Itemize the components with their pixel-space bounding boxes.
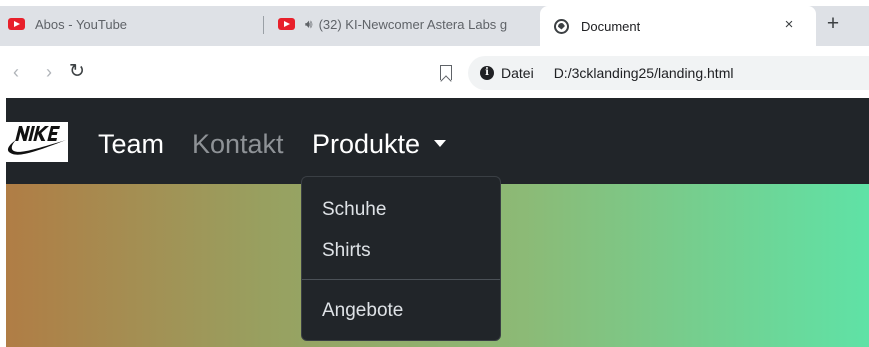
dropdown-item-shirts[interactable]: Shirts — [322, 240, 371, 262]
url-text[interactable]: D:/3cklanding25/landing.html — [554, 65, 734, 81]
reload-button[interactable]: ↻ — [67, 60, 87, 84]
dropdown-divider — [302, 279, 500, 280]
tab-document[interactable]: Document × — [540, 6, 816, 46]
site-navbar: Team Kontakt Produkte — [6, 98, 869, 184]
dropdown-item-schuhe[interactable]: Schuhe — [322, 199, 386, 221]
tab-title: Document — [581, 18, 641, 34]
tab-astera-labs[interactable]: 🔊︎ (32) KI-Newcomer Astera Labs g — [278, 8, 536, 40]
nike-logo-graphic — [7, 126, 66, 155]
tab-abos-youtube[interactable]: Abos - YouTube — [8, 8, 258, 40]
tab-title: (32) KI-Newcomer Astera Labs g — [318, 16, 508, 32]
browser-toolbar: ‹ › ↻ i Datei D:/3cklanding25/landing.ht… — [0, 48, 869, 98]
speaker-icon[interactable]: 🔊︎ — [305, 17, 313, 32]
security-label: Datei — [501, 65, 534, 81]
globe-icon — [554, 18, 569, 34]
info-icon[interactable]: i — [480, 66, 494, 80]
address-bar[interactable]: i Datei D:/3cklanding25/landing.html — [468, 56, 869, 90]
dropdown-item-angebote[interactable]: Angebote — [322, 300, 403, 322]
page-viewport: Team Kontakt Produkte Schuhe Shirts Ange… — [6, 98, 869, 347]
youtube-icon — [8, 18, 25, 30]
produkte-dropdown-menu: Schuhe Shirts Angebote — [301, 176, 501, 341]
tab-divider — [263, 16, 264, 34]
tab-title: Abos - YouTube — [35, 16, 128, 32]
forward-button[interactable]: › — [39, 60, 59, 84]
nav-kontakt-link[interactable]: Kontakt — [192, 128, 284, 160]
youtube-icon — [278, 18, 295, 30]
nav-produkte-label: Produkte — [312, 129, 421, 159]
new-tab-button[interactable]: + — [823, 13, 843, 34]
caret-down-icon — [434, 140, 447, 147]
nav-produkte-dropdown-toggle[interactable]: Produkte — [312, 128, 447, 160]
nike-logo[interactable] — [6, 122, 68, 162]
nav-team-link[interactable]: Team — [98, 128, 164, 160]
close-tab-icon[interactable]: × — [780, 16, 798, 33]
back-button[interactable]: ‹ — [6, 60, 26, 84]
bookmark-icon[interactable] — [440, 65, 452, 80]
